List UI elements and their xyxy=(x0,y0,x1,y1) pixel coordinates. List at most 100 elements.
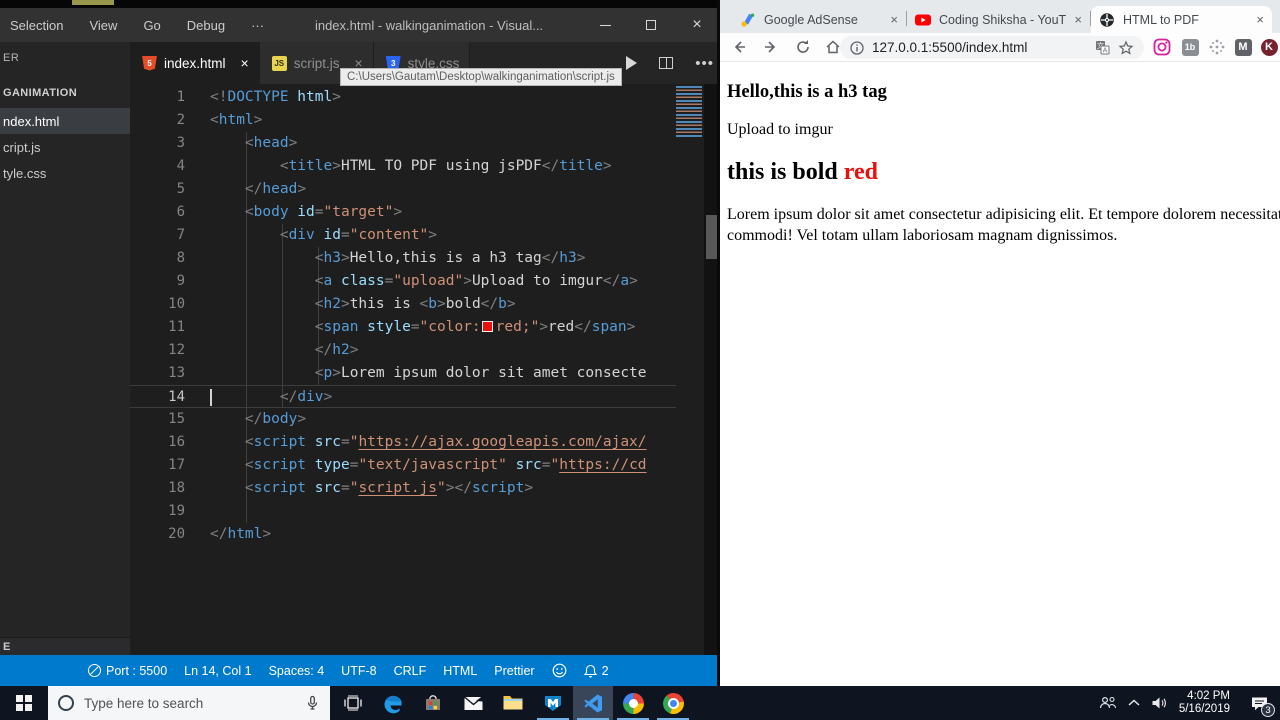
sidebar-file-ndex.html[interactable]: ndex.html xyxy=(0,108,130,134)
volume-icon[interactable] xyxy=(1147,686,1173,720)
page-upload-link[interactable]: Upload to imgur xyxy=(727,121,1280,139)
instagram-extension-icon[interactable] xyxy=(1152,37,1172,57)
status-item-prettier[interactable]: Prettier xyxy=(494,664,534,678)
tab-close-icon[interactable]: × xyxy=(241,55,249,71)
forward-icon[interactable] xyxy=(762,38,780,56)
code-line-19[interactable]: 19 xyxy=(130,500,676,523)
code-line-3[interactable]: 3 <head> xyxy=(130,132,676,155)
line-number: 9 xyxy=(176,273,185,289)
outline-section-header[interactable]: E xyxy=(0,637,130,655)
tray-chevron-up-icon[interactable] xyxy=(1121,686,1147,720)
line-number: 13 xyxy=(168,365,185,381)
chrome-colorful-icon[interactable] xyxy=(613,686,653,720)
line-number: 19 xyxy=(168,503,185,519)
status-item-spaces-4[interactable]: Spaces: 4 xyxy=(269,664,325,678)
code-line-1[interactable]: 1 <!DOCTYPE html> xyxy=(130,86,676,109)
tab-close-icon[interactable]: × xyxy=(1256,12,1264,27)
tab-close-icon[interactable]: × xyxy=(890,12,898,27)
taskbar-clock[interactable]: 4:02 PM 5/16/2019 xyxy=(1179,690,1230,716)
maximize-button[interactable] xyxy=(628,8,674,42)
chrome-icon[interactable] xyxy=(653,686,693,720)
status-item-2[interactable]: 2 xyxy=(583,664,609,678)
editor-tab-index.html[interactable]: 5 index.html × xyxy=(130,42,260,84)
code-line-17[interactable]: 17 <script type="text/javascript" src="h… xyxy=(130,454,676,477)
tab-separator xyxy=(905,11,907,26)
windows-taskbar: Type here to search 4:02 PM 5/16/2019 3 xyxy=(0,686,1280,720)
malwarebytes-icon[interactable] xyxy=(533,686,573,720)
tab-close-icon[interactable]: × xyxy=(1074,12,1082,27)
sidebar-file-cript.js[interactable]: cript.js xyxy=(0,134,130,160)
close-button[interactable]: × xyxy=(674,8,720,42)
menu-item-view[interactable]: View xyxy=(89,18,117,33)
browser-tab-3[interactable]: HTML to PDF × xyxy=(1091,6,1272,33)
status-item-crlf[interactable]: CRLF xyxy=(394,664,427,678)
code-line-16[interactable]: 16 <script src="https://ajax.googleapis.… xyxy=(130,431,676,454)
status-item-port-5500[interactable]: Port : 5500 xyxy=(88,664,167,678)
code-line-11[interactable]: 11 <span style="color: red;">red</span> xyxy=(130,316,676,339)
people-icon[interactable] xyxy=(1095,686,1121,720)
1b-extension-icon[interactable]: 1b xyxy=(1180,37,1200,57)
code-line-9[interactable]: 9 <a class="upload">Upload to imgur</a> xyxy=(130,270,676,293)
k-extension-icon[interactable]: K xyxy=(1259,37,1279,57)
minimize-button[interactable] xyxy=(582,8,628,42)
store-icon[interactable] xyxy=(413,686,453,720)
edge-icon[interactable] xyxy=(373,686,413,720)
code-line-15[interactable]: 15 </body> xyxy=(130,408,676,431)
mail-icon[interactable] xyxy=(453,686,493,720)
page-paragraph: Lorem ipsum dolor sit amet consectetur a… xyxy=(727,206,1280,244)
code-line-12[interactable]: 12 </h2> xyxy=(130,339,676,362)
site-info-icon[interactable] xyxy=(850,40,864,55)
folder-section-header[interactable]: GANIMATION xyxy=(3,87,77,99)
pdf-target-favicon xyxy=(1099,12,1115,28)
code-line-20[interactable]: 20 </html> xyxy=(130,523,676,546)
browser-tab-1[interactable]: Google AdSense × xyxy=(732,6,906,33)
menu-item-selection[interactable]: Selection xyxy=(10,18,63,33)
m-extension-icon[interactable]: M xyxy=(1233,37,1253,57)
code-line-13[interactable]: 13 <p>Lorem ipsum dolor sit amet consect… xyxy=(130,362,676,385)
circle-slash-icon xyxy=(88,664,101,677)
line-content: </head> xyxy=(244,181,307,197)
code-line-5[interactable]: 5 </head> xyxy=(130,178,676,201)
code-line-6[interactable]: 6 <body id="target"> xyxy=(130,201,676,224)
browser-tab-2[interactable]: Coding Shiksha - YouTube × xyxy=(907,6,1090,33)
status-item-utf-8[interactable]: UTF-8 xyxy=(341,664,376,678)
code-line-4[interactable]: 4 <title>HTML TO PDF using jsPDF</title> xyxy=(130,155,676,178)
minimap[interactable] xyxy=(676,86,702,138)
bell-icon xyxy=(583,664,597,677)
taskbar-search-box[interactable]: Type here to search xyxy=(48,686,330,720)
action-center-button[interactable]: 3 xyxy=(1238,686,1280,720)
url-text[interactable]: 127.0.0.1:5500/index.html xyxy=(872,40,1087,55)
code-line-8[interactable]: 8 <h3>Hello,this is a h3 tag</h3> xyxy=(130,247,676,270)
code-line-14[interactable]: 14 </div> xyxy=(130,385,676,408)
microphone-icon[interactable] xyxy=(305,695,320,711)
code-editor[interactable]: 1 <!DOCTYPE html> 2 <html> 3 <head> 4 <title>… xyxy=(130,84,676,655)
browser-toolbar: 127.0.0.1:5500/index.html 文A 1b M K xyxy=(720,33,1280,62)
file-explorer-icon[interactable] xyxy=(493,686,533,720)
more-actions-icon[interactable]: ••• xyxy=(695,55,714,72)
background-window-fragment xyxy=(72,0,114,5)
menu-item-debug[interactable]: Debug xyxy=(187,18,225,33)
line-number: 12 xyxy=(168,342,185,358)
code-line-7[interactable]: 7 <div id="content"> xyxy=(130,224,676,247)
status-item-html[interactable]: HTML xyxy=(443,664,477,678)
reload-icon[interactable] xyxy=(794,38,812,56)
status-item-smiley[interactable] xyxy=(552,663,567,678)
code-line-2[interactable]: 2 <html> xyxy=(130,109,676,132)
address-bar[interactable]: 127.0.0.1:5500/index.html 文A xyxy=(840,36,1144,59)
vscode-icon[interactable] xyxy=(573,686,613,720)
code-line-10[interactable]: 10 <h2>this is <b>bold</b> xyxy=(130,293,676,316)
smiley-icon xyxy=(552,663,566,678)
start-button[interactable] xyxy=(0,686,48,720)
dotted-extension-icon[interactable] xyxy=(1207,37,1227,57)
bookmark-star-icon[interactable] xyxy=(1118,40,1134,56)
split-editor-icon[interactable] xyxy=(659,57,674,69)
menu-item-go[interactable]: Go xyxy=(143,18,160,33)
back-icon[interactable] xyxy=(730,38,748,56)
task-view-icon[interactable] xyxy=(333,686,373,720)
sidebar-file-tyle.css[interactable]: tyle.css xyxy=(0,160,130,186)
run-icon[interactable] xyxy=(626,56,638,70)
translate-icon[interactable]: 文A xyxy=(1095,40,1110,55)
code-line-18[interactable]: 18 <script src="script.js"></script> xyxy=(130,477,676,500)
status-item-ln-14-col-1[interactable]: Ln 14, Col 1 xyxy=(184,664,251,678)
menu-item-[interactable]: ··· xyxy=(251,18,264,33)
